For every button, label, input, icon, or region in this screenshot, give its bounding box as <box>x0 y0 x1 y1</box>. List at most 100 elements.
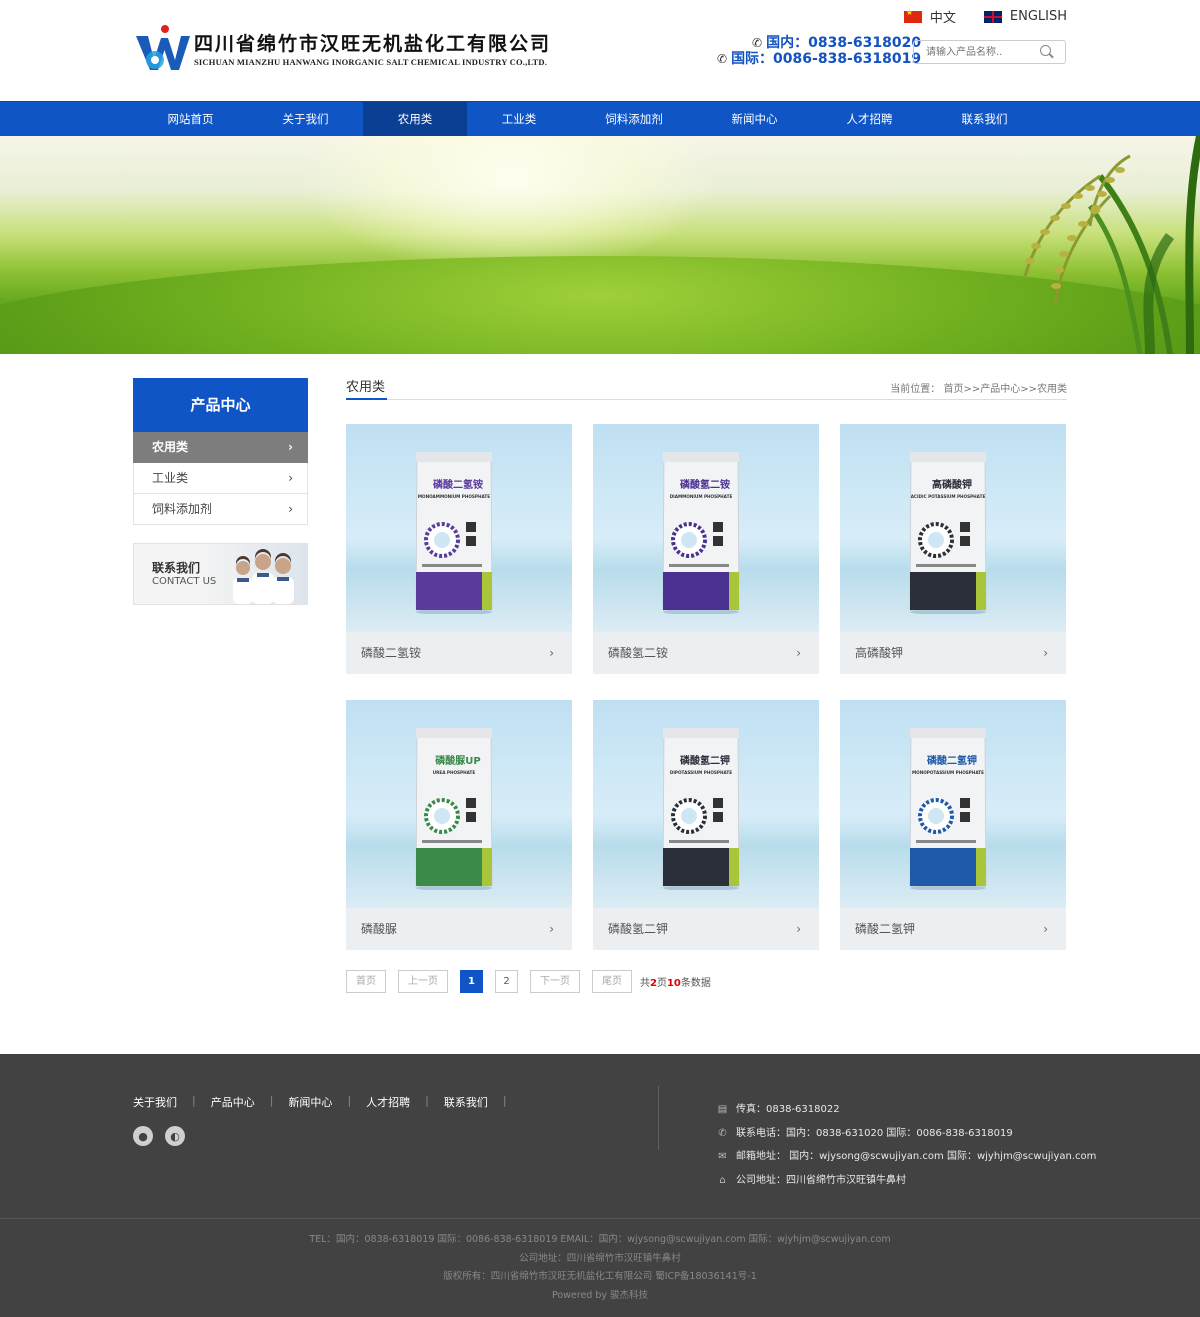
banner-sunlight <box>300 136 720 276</box>
logo-english-name: SICHUAN MIANZHU HANWANG INORGANIC SALT C… <box>194 57 548 67</box>
product-card[interactable]: 磷酸脲UP UREA PHOSPHATE 磷酸脲 › <box>346 700 572 950</box>
total-pages: 2 <box>650 978 657 989</box>
chevron-right-icon: › <box>288 502 293 516</box>
product-bag-icon: 磷酸二氢铵 MONOAMMONIUM PHOSPHATE <box>415 452 493 614</box>
social-links: ● ◐ <box>133 1126 185 1146</box>
rice-plant-image <box>1023 136 1200 354</box>
product-name: 磷酸氢二钾 <box>608 922 669 936</box>
bag-product-name: 磷酸脲UP <box>435 754 480 767</box>
product-bag-icon: 磷酸氢二钾 DIPOTASSIUM PHOSPHATE <box>662 728 740 890</box>
footer-link-about[interactable]: 关于我们 <box>133 1094 177 1110</box>
footer-link-contact[interactable]: 联系我们 <box>444 1094 488 1110</box>
footer-divider <box>658 1086 659 1150</box>
nav-feed-additives[interactable]: 饲料添加剂 <box>571 102 697 136</box>
bag-product-english: ACIDIC POTASSIUM PHOSPHATE <box>911 494 986 499</box>
breadcrumb[interactable]: 当前位置： 首页>>产品中心>>农用类 <box>890 380 1067 395</box>
last-page-button[interactable]: 尾页 <box>592 970 632 993</box>
product-name: 磷酸二氢钾 <box>855 922 916 936</box>
product-bag-icon: 高磷酸钾 ACIDIC POTASSIUM PHOSPHATE <box>909 452 987 614</box>
product-name: 磷酸氢二铵 <box>608 646 669 660</box>
phone-icon: ✆ <box>752 36 763 50</box>
footer-link-careers[interactable]: 人才招聘 <box>366 1094 410 1110</box>
sidebar-item-label: 工业类 <box>152 471 189 485</box>
product-card[interactable]: 磷酸氢二钾 DIPOTASSIUM PHOSPHATE 磷酸氢二钾 › <box>593 700 819 950</box>
customer-service-image <box>233 549 294 604</box>
total-records: 10 <box>666 978 681 989</box>
bottom-address-line: 公司地址：四川省绵竹市汉旺镇牛鼻村 <box>519 1252 681 1264</box>
nav-agricultural[interactable]: 农用类 <box>363 102 467 136</box>
lang-english-link[interactable]: ENGLISH <box>983 7 1067 26</box>
next-page-button[interactable]: 下一页 <box>530 970 580 993</box>
sidebar-item-feed-additives[interactable]: 饲料添加剂 › <box>133 494 308 525</box>
contact-us-banner[interactable]: 联系我们 CONTACT US <box>133 543 308 605</box>
footer-link-products[interactable]: 产品中心 <box>211 1094 255 1110</box>
product-image: 磷酸氢二钾 DIPOTASSIUM PHOSPHATE <box>593 700 819 908</box>
chevron-right-icon: › <box>1043 646 1048 660</box>
footer-link-news[interactable]: 新闻中心 <box>288 1094 332 1110</box>
product-name: 高磷酸钾 <box>855 646 904 660</box>
product-card[interactable]: 高磷酸钾 ACIDIC POTASSIUM PHOSPHATE 高磷酸钾 › <box>840 424 1066 674</box>
lang-english-label: ENGLISH <box>1009 9 1067 24</box>
product-image: 磷酸脲UP UREA PHOSPHATE <box>346 700 572 908</box>
nav-contact[interactable]: 联系我们 <box>927 102 1042 136</box>
sidebar-item-label: 农用类 <box>152 440 189 454</box>
header-phones: ✆ 国内：0838-6318020 ✆ 国际：0086-838-6318019 <box>717 35 921 67</box>
bag-product-english: MONOAMMONIUM PHOSPHATE <box>418 494 490 499</box>
main-content-area: 产品中心 农用类 › 工业类 › 饲料添加剂 › 联系我们 CONTACT US… <box>0 354 1200 1054</box>
sidebar-item-label: 饲料添加剂 <box>152 502 213 516</box>
chevron-right-icon: › <box>796 922 801 936</box>
product-image: 磷酸二氢铵 MONOAMMONIUM PHOSPHATE <box>346 424 572 632</box>
product-bag-icon: 磷酸脲UP UREA PHOSPHATE <box>415 728 493 890</box>
chevron-right-icon: › <box>549 646 554 660</box>
footer-tel: 联系电话：国内：0838-631020 国际：0086-838-6318019 <box>736 1127 1013 1139</box>
nav-about[interactable]: 关于我们 <box>248 102 363 136</box>
logo-mark-icon <box>136 25 190 70</box>
powered-by-line: Powered by 骏杰科技 <box>551 1289 649 1301</box>
bag-product-name: 磷酸氢二铵 <box>680 478 730 491</box>
product-card[interactable]: 磷酸二氢钾 MONOPOTASSIUM PHOSPHATE 磷酸二氢钾 › <box>840 700 1066 950</box>
product-name: 磷酸脲 <box>361 922 398 936</box>
phone-domestic: 国内：0838-6318020 <box>766 35 922 51</box>
page-1-button[interactable]: 1 <box>460 970 483 993</box>
chevron-right-icon: › <box>1043 922 1048 936</box>
phone-international: 国际：0086-838-6318019 <box>731 51 922 67</box>
sidebar-item-industrial[interactable]: 工业类 › <box>133 463 308 494</box>
bag-product-name: 磷酸氢二钾 <box>680 754 730 767</box>
search-input[interactable] <box>914 42 1036 62</box>
qq-icon[interactable]: ● <box>133 1126 153 1146</box>
nav-industrial[interactable]: 工业类 <box>467 102 571 136</box>
product-name: 磷酸二氢铵 <box>361 646 422 660</box>
bag-product-name: 高磷酸钾 <box>932 478 972 491</box>
chevron-right-icon: › <box>288 440 293 454</box>
category-title: 农用类 <box>346 376 388 400</box>
bag-product-english: DIAMMONIUM PHOSPHATE <box>670 494 733 499</box>
phone-icon: ✆ <box>718 1127 727 1139</box>
address-icon: ⌂ <box>719 1174 726 1186</box>
content-header: 农用类 当前位置： 首页>>产品中心>>农用类 <box>346 376 1067 400</box>
main-nav: 网站首页 关于我们 农用类 工业类 饲料添加剂 新闻中心 人才招聘 联系我们 <box>0 101 1200 136</box>
sidebar-item-agricultural[interactable]: 农用类 › <box>133 432 308 463</box>
wechat-icon[interactable]: ◐ <box>165 1126 185 1146</box>
bag-product-english: MONOPOTASSIUM PHOSPHATE <box>912 770 984 775</box>
product-card[interactable]: 磷酸氢二铵 DIAMMONIUM PHOSPHATE 磷酸氢二铵 › <box>593 424 819 674</box>
product-grid: 磷酸二氢铵 MONOAMMONIUM PHOSPHATE 磷酸二氢铵 › 磷酸氢二铵… <box>346 424 1067 950</box>
nav-careers[interactable]: 人才招聘 <box>812 102 927 136</box>
company-logo[interactable]: 四川省绵竹市汉旺无机盐化工有限公司 SICHUAN MIANZHU HANWAN… <box>134 24 551 72</box>
search-icon[interactable] <box>1040 45 1054 59</box>
prev-page-button[interactable]: 上一页 <box>398 970 448 993</box>
product-card[interactable]: 磷酸二氢铵 MONOAMMONIUM PHOSPHATE 磷酸二氢铵 › <box>346 424 572 674</box>
chevron-right-icon: › <box>288 471 293 485</box>
nav-news[interactable]: 新闻中心 <box>697 102 812 136</box>
bag-product-english: DIPOTASSIUM PHOSPHATE <box>670 770 732 775</box>
nav-home[interactable]: 网站首页 <box>133 102 248 136</box>
logo-chinese-name: 四川省绵竹市汉旺无机盐化工有限公司 <box>194 33 552 55</box>
bag-product-english: UREA PHOSPHATE <box>433 770 476 775</box>
bottom-contact-line: TEL：国内：0838-6318019 国际：0086-838-6318019 … <box>309 1234 891 1245</box>
bag-product-name: 磷酸二氢钾 <box>927 754 977 767</box>
pagination-summary: 共2页10条数据 <box>640 978 711 989</box>
search-box <box>913 40 1066 64</box>
page-2-button[interactable]: 2 <box>495 970 518 993</box>
sidebar-title: 产品中心 <box>133 378 308 432</box>
first-page-button[interactable]: 首页 <box>346 970 386 993</box>
lang-chinese-link[interactable]: 中文 <box>903 7 956 26</box>
